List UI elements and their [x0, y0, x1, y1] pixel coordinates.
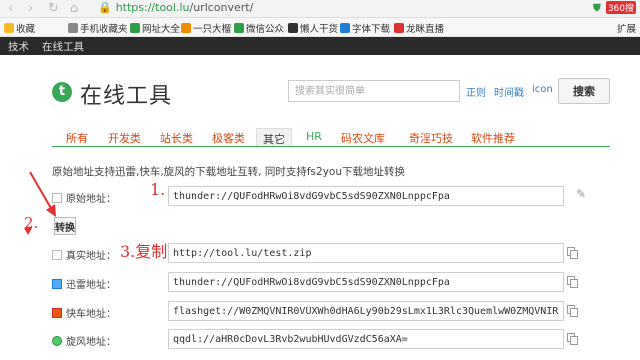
tab-dev[interactable]: 开发类: [102, 128, 147, 146]
copy-icon[interactable]: [566, 276, 579, 289]
wechat-icon: [234, 23, 244, 33]
bookmark-item[interactable]: 微信公众: [234, 21, 284, 35]
bookmark-label: 龙眯直播: [406, 24, 445, 35]
bookmark-item[interactable]: 手机收藏夹: [68, 21, 128, 35]
bookmark-item[interactable]: 懒人干货: [288, 21, 338, 35]
bookmark-label: 收藏: [16, 24, 36, 35]
bookmark-label: 网址大全: [142, 24, 181, 35]
annotation-step-1: 1.: [150, 180, 166, 199]
extensions-button[interactable]: 扩展: [617, 21, 636, 35]
qqdl-address-output[interactable]: [168, 329, 564, 349]
site-icon: [130, 23, 140, 33]
real-address-output[interactable]: [168, 243, 564, 263]
bookmark-item[interactable]: 龙眯直播: [394, 21, 444, 35]
site-icon: [181, 23, 191, 33]
bookmark-item[interactable]: 一只大榴: [181, 21, 231, 35]
whirlwind-icon: [52, 336, 62, 346]
tab-tricks[interactable]: 奇淫巧技: [396, 128, 466, 146]
bookmark-item[interactable]: 收藏: [4, 21, 35, 35]
tab-library[interactable]: 码农文库: [335, 128, 391, 146]
home-icon[interactable]: ⌂: [70, 1, 78, 16]
bookmark-label: 手机收藏夹: [80, 24, 128, 35]
site-title: 在线工具: [80, 84, 173, 109]
browser-address-bar: ‹ › ↻ ⌂ 🔒 https://tool.lu/urlconvert/ ⛊ 3…: [0, 0, 640, 18]
original-address-input[interactable]: [168, 186, 564, 206]
bookmark-item[interactable]: 字体下载: [340, 21, 390, 35]
search-input[interactable]: [288, 80, 460, 102]
label-text: 迅雷地址：: [66, 280, 116, 291]
refresh-icon[interactable]: ↻: [48, 1, 59, 16]
annotation-step-3: 3.复制: [120, 242, 168, 261]
forward-icon[interactable]: ›: [28, 1, 33, 16]
live-icon: [394, 23, 404, 33]
search-opt-regex[interactable]: 正则: [466, 84, 486, 99]
back-icon[interactable]: ‹: [8, 1, 13, 16]
label-text: 快车地址：: [66, 309, 116, 320]
phone-icon: [68, 23, 78, 33]
tab-other[interactable]: 其它: [256, 128, 292, 146]
thunder-address-output[interactable]: [168, 272, 564, 292]
tab-all[interactable]: 所有: [60, 128, 94, 146]
edit-icon[interactable]: ✎: [576, 187, 586, 201]
shield-icon[interactable]: ⛊: [593, 3, 601, 14]
real-address-label: 真实地址：: [52, 247, 116, 262]
font-icon: [340, 23, 350, 33]
lock-icon: 🔒: [98, 1, 112, 14]
site-icon: [288, 23, 298, 33]
file-icon: [52, 250, 62, 260]
tab-software[interactable]: 软件推荐: [458, 128, 528, 146]
copy-icon[interactable]: [566, 247, 579, 260]
bookmarks-bar: 收藏 手机收藏夹 网址大全 一只大榴 微信公众 懒人干货 字体下载 龙眯直播 扩…: [0, 18, 640, 37]
bookmark-label: 懒人干货: [300, 24, 339, 35]
bookmark-label: 一只大榴: [193, 24, 232, 35]
extensions-label: 扩展: [616, 24, 636, 35]
flashget-address-label: 快车地址：: [52, 305, 116, 320]
url-host: https://tool.lu: [115, 1, 190, 14]
tab-webmaster[interactable]: 站长类: [154, 128, 199, 146]
thunder-icon: [52, 279, 62, 289]
nav-item-tech[interactable]: 技术: [8, 39, 29, 54]
bookmark-item[interactable]: 网址大全: [130, 21, 180, 35]
copy-icon[interactable]: [566, 305, 579, 318]
star-icon: [4, 23, 14, 33]
url-path: /urlconvert/: [189, 1, 254, 14]
bookmark-label: 微信公众: [246, 24, 285, 35]
label-text: 旋风地址：: [66, 337, 116, 348]
bookmark-label: 字体下载: [352, 24, 391, 35]
logo-icon: t: [52, 82, 72, 102]
flashget-address-output[interactable]: [168, 301, 564, 321]
tab-geek[interactable]: 极客类: [206, 128, 251, 146]
nav-item-online-tools[interactable]: 在线工具: [42, 39, 84, 54]
copy-icon[interactable]: [566, 333, 579, 346]
tab-hr[interactable]: HR: [300, 128, 328, 146]
label-text: 真实地址：: [66, 251, 116, 262]
thunder-address-label: 迅雷地址：: [52, 276, 116, 291]
site-nav: 技术 在线工具: [0, 37, 640, 55]
annotation-arrow-icon: [24, 171, 56, 235]
search-button[interactable]: 搜索: [558, 78, 610, 104]
flashget-icon: [52, 308, 62, 318]
qqdl-address-label: 旋风地址：: [52, 333, 116, 348]
url-field[interactable]: 🔒 https://tool.lu/urlconvert/: [98, 1, 578, 16]
tab-underline: [52, 146, 610, 147]
browser-right-tools: ⛊ 360搜: [593, 1, 636, 14]
tool-description: 原始地址支持迅雷,快车,旋风的下载地址互转, 同时支持fs2you下载地址转换: [52, 166, 405, 178]
search-engine-badge[interactable]: 360搜: [605, 1, 636, 14]
search-opt-icon[interactable]: icon: [532, 84, 553, 95]
search-opt-timestamp[interactable]: 时间戳: [494, 84, 524, 99]
